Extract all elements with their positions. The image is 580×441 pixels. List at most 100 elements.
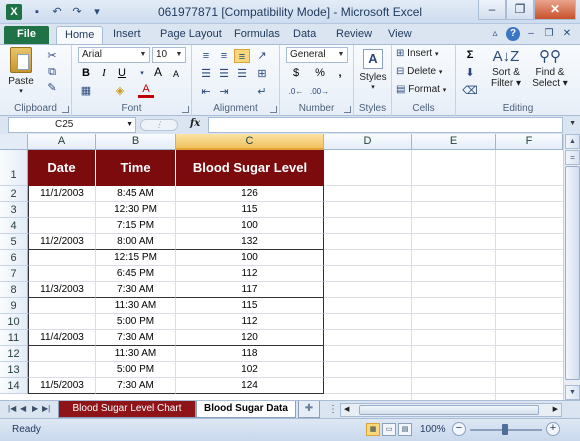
vertical-scrollbar[interactable]: ▲ = ▼ xyxy=(563,134,580,400)
font-size-dropdown-icon[interactable]: ▼ xyxy=(174,48,184,62)
first-sheet-icon[interactable]: |◀ xyxy=(8,404,16,413)
level-cell[interactable]: 132 xyxy=(176,234,324,250)
expand-formula-bar-icon[interactable]: ▼ xyxy=(569,120,576,127)
row-header[interactable]: 9 xyxy=(0,298,28,314)
time-header-cell[interactable]: Time xyxy=(96,150,176,186)
level-cell[interactable]: 118 xyxy=(176,346,324,362)
page-layout-view-icon[interactable]: ▭ xyxy=(382,423,396,436)
horizontal-scrollbar[interactable]: ◀ ▶ xyxy=(340,403,562,417)
find-select-button[interactable]: ⚲⚲ Find & Select ▾ xyxy=(528,47,572,89)
row-header[interactable]: 13 xyxy=(0,362,28,378)
column-header-e[interactable]: E xyxy=(412,134,496,150)
zoom-slider-knob[interactable] xyxy=(502,424,508,435)
date-cell[interactable] xyxy=(28,266,96,282)
align-left-icon[interactable]: ☰ xyxy=(198,67,214,81)
sort-filter-button[interactable]: A↓Z Sort & Filter ▾ xyxy=(486,47,526,89)
formula-input[interactable] xyxy=(208,117,563,133)
column-header-f[interactable]: F xyxy=(496,134,563,150)
align-top-icon[interactable]: ≡ xyxy=(198,49,214,63)
merge-center-icon[interactable]: ⊞ xyxy=(254,67,270,81)
last-sheet-icon[interactable]: ▶| xyxy=(42,404,50,413)
close-button[interactable]: ✕ xyxy=(534,0,576,20)
level-cell[interactable]: 102 xyxy=(176,362,324,378)
font-size-combo[interactable]: 10 ▼ xyxy=(152,47,186,63)
time-cell[interactable]: 5:00 PM xyxy=(96,314,176,330)
tab-file[interactable]: File xyxy=(4,26,49,44)
insert-cells-button[interactable]: ⊞ Insert ▾ xyxy=(396,48,438,59)
window-restore-icon[interactable]: ❐ xyxy=(542,27,556,41)
comma-button[interactable]: , xyxy=(332,66,348,80)
minimize-button[interactable]: – xyxy=(478,0,506,20)
fill-icon[interactable]: ⬇ xyxy=(462,66,478,80)
align-bottom-icon[interactable]: ≡ xyxy=(234,49,250,63)
select-all-corner[interactable] xyxy=(0,134,28,150)
zoom-in-icon[interactable]: + xyxy=(546,422,560,436)
number-format-combo[interactable]: General ▼ xyxy=(286,47,348,63)
date-cell[interactable]: 11/5/2003 xyxy=(28,378,96,394)
row-header[interactable]: 12 xyxy=(0,346,28,362)
time-cell[interactable]: 11:30 AM xyxy=(96,346,176,362)
worksheet-grid[interactable]: A B C D E F 1 2 3 4 5 6 7 8 9 10 11 12 13 14 Date Ti… xyxy=(0,134,563,400)
row-header[interactable]: 14 xyxy=(0,378,28,394)
time-cell[interactable]: 7:30 AM xyxy=(96,378,176,394)
level-cell[interactable]: 112 xyxy=(176,314,324,330)
date-cell[interactable]: 11/4/2003 xyxy=(28,330,96,346)
font-color-button[interactable]: A xyxy=(138,84,154,98)
window-minimize-icon[interactable]: – xyxy=(524,27,538,41)
row-header[interactable]: 7 xyxy=(0,266,28,282)
orientation-icon[interactable]: ↗ xyxy=(254,49,270,63)
copy-icon[interactable]: ⧉ xyxy=(44,65,60,79)
row-header-1[interactable]: 1 xyxy=(0,150,28,186)
page-break-view-icon[interactable]: ▤ xyxy=(398,423,412,436)
alignment-dialog-launcher[interactable] xyxy=(270,106,277,113)
decrease-indent-icon[interactable]: ⇤ xyxy=(198,85,214,99)
level-header-cell[interactable]: Blood Sugar Level xyxy=(176,150,324,186)
cut-icon[interactable]: ✂ xyxy=(44,49,60,63)
level-cell[interactable]: 124 xyxy=(176,378,324,394)
date-cell[interactable]: 11/2/2003 xyxy=(28,234,96,250)
date-cell[interactable]: 11/1/2003 xyxy=(28,186,96,202)
date-cell[interactable] xyxy=(28,314,96,330)
scroll-up-icon[interactable]: ▲ xyxy=(565,134,580,149)
horizontal-scroll-thumb[interactable] xyxy=(359,405,539,415)
row-header[interactable]: 2 xyxy=(0,186,28,202)
wrap-text-icon[interactable]: ↵ xyxy=(254,85,270,99)
underline-button[interactable]: U xyxy=(114,66,130,80)
autosum-icon[interactable]: Σ xyxy=(462,48,478,62)
tab-home[interactable]: Home xyxy=(56,26,104,44)
name-box[interactable]: C25 ▼ xyxy=(8,117,136,133)
align-right-icon[interactable]: ☰ xyxy=(234,67,250,81)
number-dialog-launcher[interactable] xyxy=(344,106,351,113)
row-header[interactable]: 8 xyxy=(0,282,28,298)
scroll-down-icon[interactable]: ▼ xyxy=(565,385,580,400)
font-dialog-launcher[interactable] xyxy=(182,106,189,113)
currency-button[interactable]: $ xyxy=(288,66,304,80)
delete-cells-button[interactable]: ⊟ Delete ▾ xyxy=(396,66,442,77)
fill-color-icon[interactable]: ◈ xyxy=(112,84,128,98)
time-cell[interactable]: 12:30 PM xyxy=(96,202,176,218)
tab-data[interactable]: Data xyxy=(285,26,324,44)
tab-view[interactable]: View xyxy=(380,26,420,44)
bold-button[interactable]: B xyxy=(78,66,94,80)
font-name-combo[interactable]: Arial ▼ xyxy=(78,47,150,63)
format-cells-button[interactable]: ▤ Format ▾ xyxy=(396,84,446,95)
clear-icon[interactable]: ⌫ xyxy=(462,84,478,98)
grow-font-button[interactable]: A xyxy=(150,65,166,79)
time-cell[interactable]: 7:15 PM xyxy=(96,218,176,234)
name-box-dropdown-icon[interactable]: ▼ xyxy=(126,118,133,132)
row-header[interactable]: 4 xyxy=(0,218,28,234)
vertical-scroll-thumb[interactable] xyxy=(565,166,580,380)
maximize-button[interactable]: ❐ xyxy=(506,0,534,20)
format-painter-icon[interactable]: ✎ xyxy=(44,81,60,95)
level-cell[interactable]: 126 xyxy=(176,186,324,202)
level-cell[interactable]: 112 xyxy=(176,266,324,282)
date-cell[interactable] xyxy=(28,250,96,266)
split-box-icon[interactable]: = xyxy=(565,150,580,165)
level-cell[interactable]: 100 xyxy=(176,218,324,234)
number-format-dropdown-icon[interactable]: ▼ xyxy=(336,48,346,62)
row-header[interactable]: 5 xyxy=(0,234,28,250)
time-cell[interactable]: 12:15 PM xyxy=(96,250,176,266)
help-icon[interactable]: ? xyxy=(506,27,520,41)
increase-decimal-icon[interactable]: .0← xyxy=(288,85,304,99)
align-middle-icon[interactable]: ≡ xyxy=(216,49,232,63)
